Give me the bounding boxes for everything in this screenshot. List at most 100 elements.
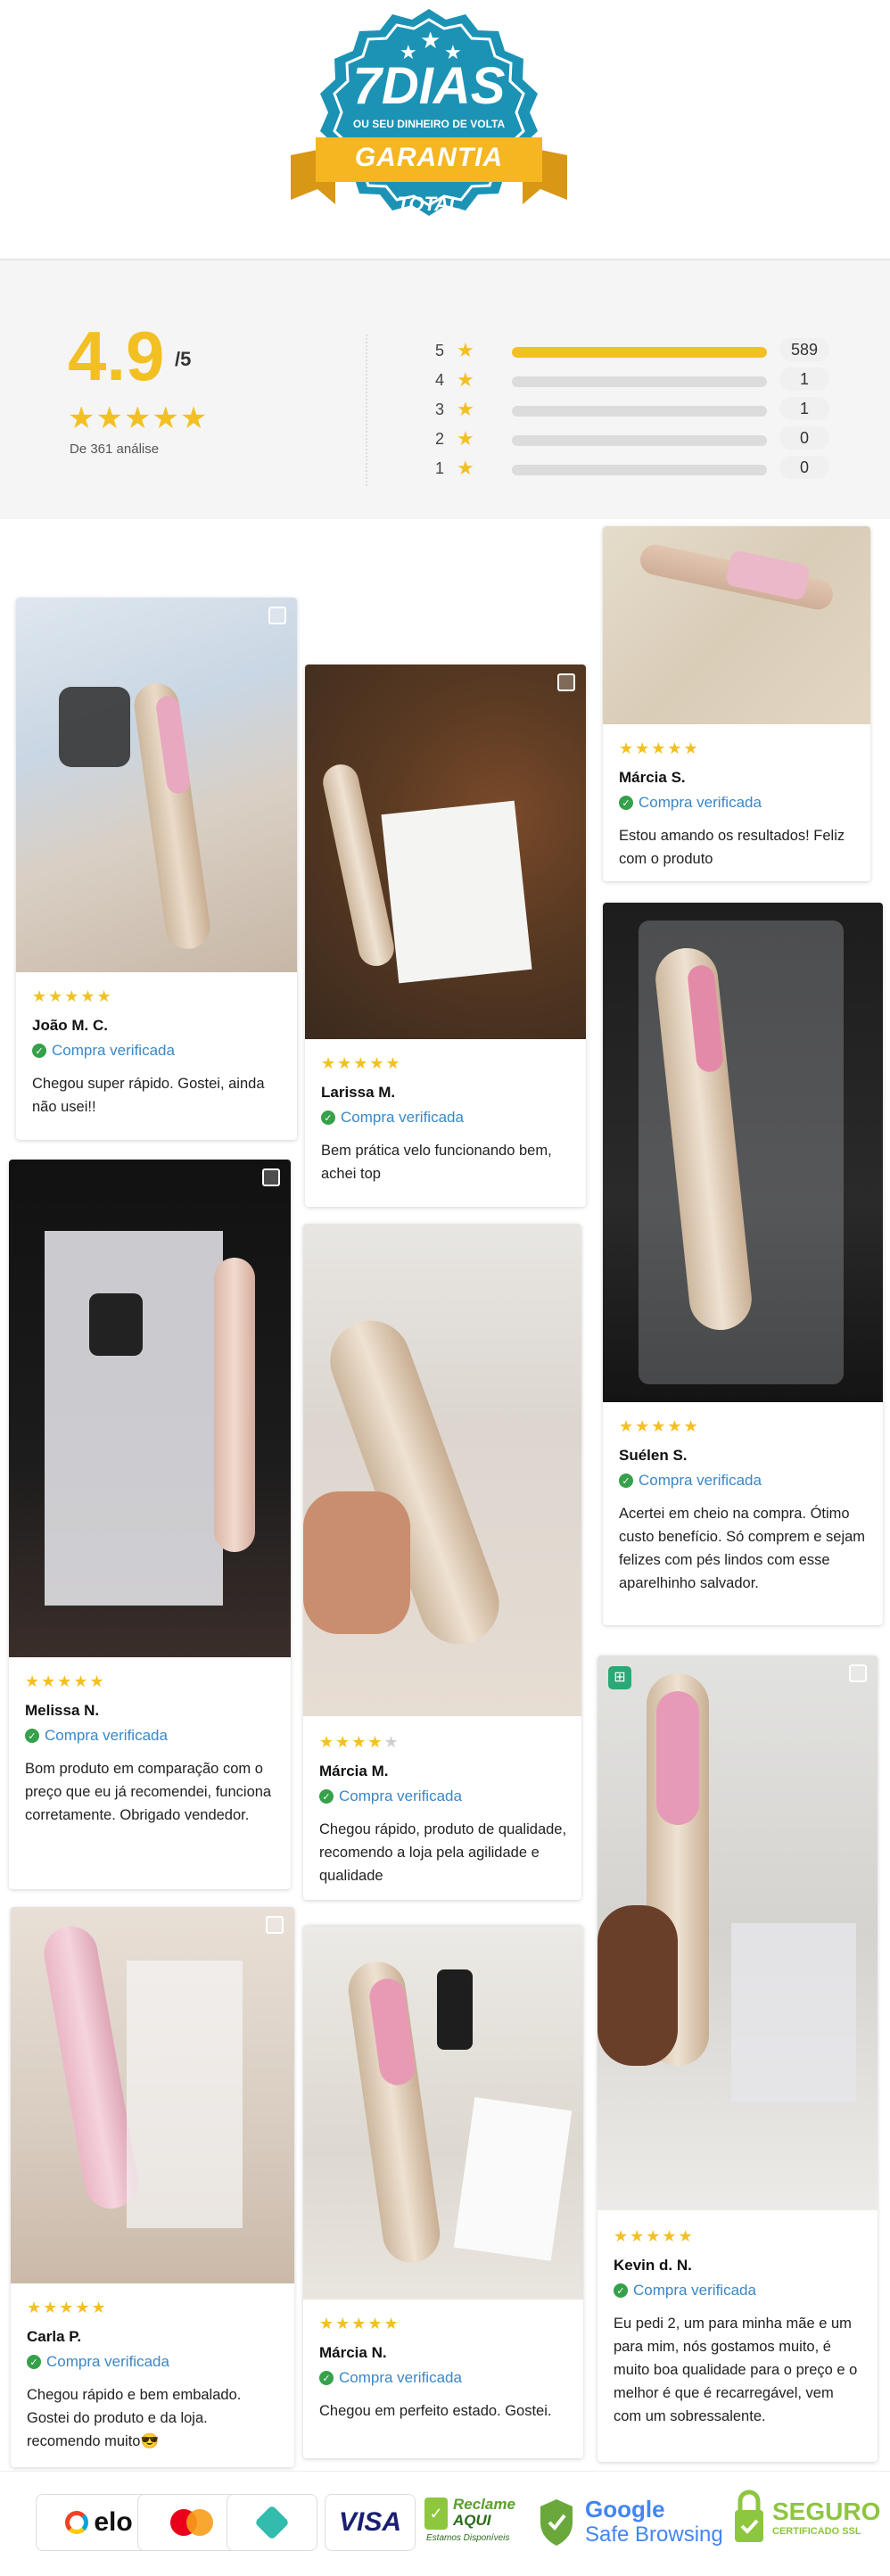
star-icon: ★ bbox=[457, 457, 474, 479]
verified-purchase: ✓ Compra verificada bbox=[319, 2369, 571, 2387]
review-text: Bem prática velo funcionando bem, achei … bbox=[321, 1143, 552, 1182]
footer-divider bbox=[0, 2471, 890, 2472]
rating-row-count: 1 bbox=[779, 367, 829, 391]
check-circle-icon: ✓ bbox=[319, 1789, 334, 1804]
review-text: Acertei em cheio na compra. Ótimo custo … bbox=[619, 1506, 866, 1591]
select-checkbox-icon[interactable] bbox=[849, 1664, 867, 1682]
rating-bar-track bbox=[512, 465, 767, 475]
review-text: Chegou em perfeito estado. Gostei. bbox=[319, 2403, 552, 2419]
rating-row-label: 1 bbox=[435, 459, 445, 477]
rating-row-3[interactable]: 3 ★ 1 bbox=[435, 397, 854, 424]
score-max: /5 bbox=[175, 348, 192, 370]
rating-row-label: 5 bbox=[435, 342, 445, 359]
verified-purchase: ✓ Compra verificada bbox=[319, 1788, 569, 1805]
verified-purchase: ✓ Compra verificada bbox=[27, 2353, 282, 2371]
review-card: ★★★★★ João M. C. ✓ Compra verificada Cheg… bbox=[16, 598, 297, 1140]
review-count: De 361 análise bbox=[70, 442, 160, 457]
select-checkbox-icon[interactable] bbox=[268, 607, 286, 624]
review-photo[interactable] bbox=[303, 1925, 583, 2299]
review-photo[interactable] bbox=[303, 1224, 581, 1716]
rating-bar-track bbox=[512, 435, 767, 446]
check-circle-icon: ✓ bbox=[25, 1729, 39, 1743]
rating-bar-track bbox=[512, 406, 767, 417]
visa-logo: VISA bbox=[325, 2494, 416, 2551]
review-stars: ★★★★★ bbox=[319, 2315, 400, 2332]
review-stars: ★★★★★ bbox=[25, 1672, 106, 1690]
pix-logo bbox=[227, 2494, 317, 2551]
brand-corner-icon: ⊞ bbox=[608, 1666, 631, 1689]
rating-row-count: 0 bbox=[779, 426, 829, 450]
reviewer-name: Suélen S. bbox=[619, 1447, 688, 1464]
check-circle-icon: ✓ bbox=[619, 796, 633, 810]
rating-row-label: 2 bbox=[435, 430, 445, 448]
review-photo[interactable] bbox=[603, 526, 870, 724]
reviewer-name: Márcia N. bbox=[319, 2344, 387, 2361]
rating-bar-track bbox=[512, 376, 767, 387]
svg-text:★: ★ bbox=[420, 28, 441, 54]
rating-row-1[interactable]: 1 ★ 0 bbox=[435, 456, 854, 483]
review-stars: ★★★★★ bbox=[319, 1733, 400, 1751]
badge-subtitle: OU SEU DINHEIRO DE VOLTA bbox=[352, 118, 506, 130]
verified-purchase: ✓ Compra verificada bbox=[614, 2282, 865, 2299]
rating-bar-track bbox=[512, 347, 767, 358]
reviewer-name: Larissa M. bbox=[321, 1084, 396, 1101]
review-text: Chegou rápido, produto de qualidade, rec… bbox=[319, 1821, 567, 1884]
review-photo[interactable] bbox=[597, 1655, 878, 2210]
elo-icon bbox=[65, 2511, 89, 2534]
reviewer-name: Melissa N. bbox=[25, 1702, 100, 1719]
reclame-aqui-icon: ✓ bbox=[424, 2498, 448, 2530]
badge-ribbon-text: GARANTIA bbox=[354, 143, 504, 172]
review-card: ★★★★★ Márcia S. ✓ Compra verificada Estou… bbox=[603, 526, 870, 881]
review-photo[interactable] bbox=[603, 903, 883, 1402]
ssl-seguro-badge: SEGURO CERTIFICADO SSL bbox=[733, 2489, 885, 2553]
rating-row-label: 4 bbox=[435, 371, 445, 389]
review-card: ★★★★★ Márcia M. ✓ Compra verificada Chego… bbox=[303, 1224, 581, 1900]
badge-total: TOTAL bbox=[397, 193, 461, 215]
select-checkbox-icon[interactable] bbox=[266, 1916, 284, 1934]
review-stars: ★★★★★ bbox=[619, 1417, 700, 1435]
reclame-aqui-badge: ✓ Reclame AQUI Estamos Disponíveis bbox=[424, 2496, 515, 2543]
check-circle-icon: ✓ bbox=[321, 1110, 335, 1125]
review-photo[interactable] bbox=[16, 598, 297, 972]
review-card: ⊞ ★★★★★ Kevin d. N. ✓ Compra verificada E… bbox=[597, 1655, 878, 2462]
rating-row-2[interactable]: 2 ★ 0 bbox=[435, 426, 854, 453]
verified-purchase: ✓ Compra verificada bbox=[619, 1472, 870, 1490]
reviewer-name: Carla P. bbox=[27, 2328, 82, 2345]
reviewer-name: Márcia S. bbox=[619, 769, 686, 786]
reviewer-name: João M. C. bbox=[32, 1017, 109, 1034]
review-card: ★★★★★ Melissa N. ✓ Compra verificada Bom … bbox=[9, 1160, 291, 1889]
review-text: Chegou super rápido. Gostei, ainda não u… bbox=[32, 1076, 265, 1115]
star-icon: ★ bbox=[457, 339, 474, 361]
rating-row-4[interactable]: 4 ★ 1 bbox=[435, 367, 854, 394]
rating-row-label: 3 bbox=[435, 400, 445, 418]
star-icon: ★ bbox=[457, 398, 474, 420]
rating-row-count: 1 bbox=[779, 397, 829, 420]
divider bbox=[366, 334, 367, 486]
rating-row-count: 0 bbox=[779, 456, 829, 479]
review-card: ★★★★★ Larissa M. ✓ Compra verificada Bem … bbox=[305, 665, 586, 1207]
review-text: Eu pedi 2, um para minha mãe e um para m… bbox=[614, 2316, 858, 2424]
review-photo[interactable] bbox=[11, 1907, 294, 2283]
review-stars: ★★★★★ bbox=[614, 2227, 695, 2245]
average-score: 4.9 bbox=[68, 317, 165, 395]
lock-icon bbox=[735, 2489, 763, 2542]
rating-row-5[interactable]: 5 ★ 589 bbox=[435, 338, 854, 365]
mastercard-orange-icon bbox=[186, 2509, 213, 2536]
check-circle-icon: ✓ bbox=[32, 1044, 46, 1058]
review-card: ★★★★★ Suélen S. ✓ Compra verificada Acert… bbox=[603, 903, 883, 1625]
google-safe-browsing-badge: Google Safe Browsing bbox=[585, 2496, 723, 2547]
select-checkbox-icon[interactable] bbox=[262, 1168, 280, 1186]
review-stars: ★★★★★ bbox=[321, 1054, 402, 1072]
review-photo[interactable] bbox=[9, 1160, 291, 1657]
shield-icon bbox=[537, 2498, 576, 2547]
select-checkbox-icon[interactable] bbox=[557, 673, 575, 691]
check-circle-icon: ✓ bbox=[319, 2371, 334, 2385]
review-photo[interactable] bbox=[305, 665, 586, 1039]
guarantee-badge: ★ ★ ★ 7DIAS OU SEU DINHEIRO DE VOLTA GAR… bbox=[282, 4, 576, 258]
review-card: ★★★★★ Carla P. ✓ Compra verificada Chegou… bbox=[11, 1907, 294, 2467]
badge-title: 7DIAS bbox=[352, 57, 506, 115]
review-card: ★★★★★ Márcia N. ✓ Compra verificada Chego… bbox=[303, 1925, 583, 2458]
review-stars: ★★★★★ bbox=[27, 2299, 108, 2316]
review-text: Estou amando os resultados! Feliz com o … bbox=[619, 828, 845, 867]
rating-row-count: 589 bbox=[779, 338, 829, 361]
